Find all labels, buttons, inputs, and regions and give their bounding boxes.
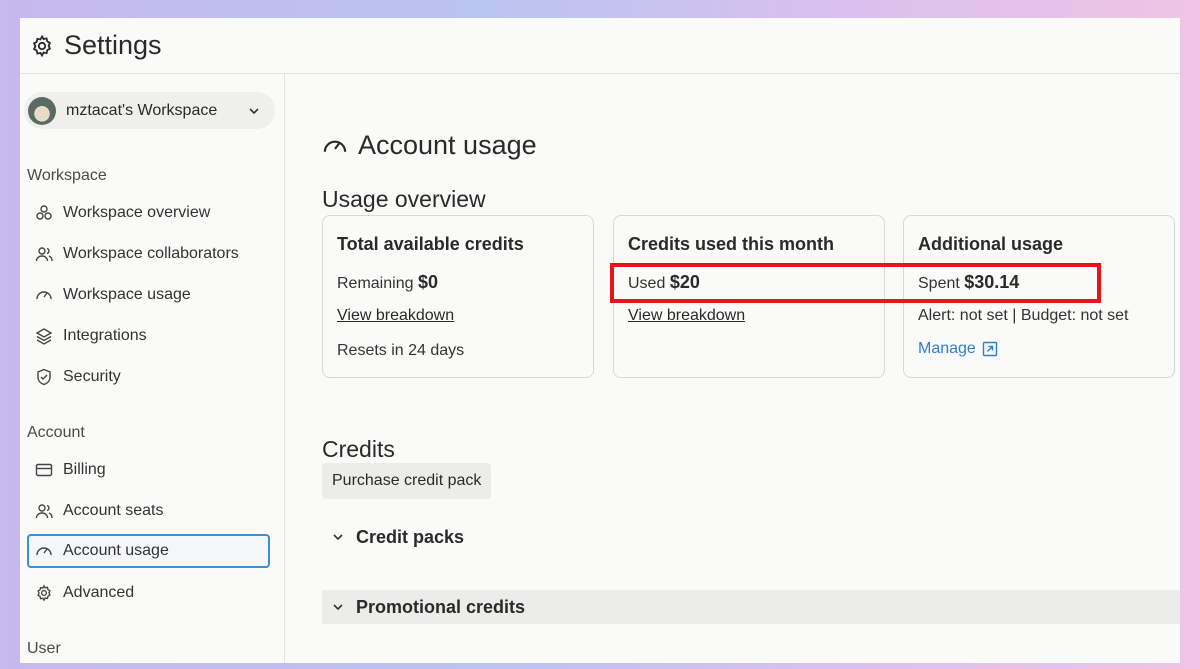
users-icon (35, 245, 53, 263)
chevron-down-icon (332, 531, 344, 543)
gauge-icon (35, 542, 53, 560)
sidebar-item-workspace-usage[interactable]: Workspace usage (27, 278, 270, 312)
credit-packs-toggle[interactable]: Credit packs (322, 520, 464, 554)
sidebar-item-security[interactable]: Security (27, 360, 270, 394)
card-total-available-credits: Total available credits Remaining $0 Vie… (322, 215, 594, 378)
credits-heading: Credits (322, 436, 395, 462)
sidebar-item-label: Security (63, 368, 121, 385)
sidebar-item-label: Workspace usage (63, 286, 191, 303)
sidebar-item-integrations[interactable]: Integrations (27, 319, 270, 353)
sidebar-item-label: Account usage (63, 542, 169, 559)
workspace-selector[interactable]: mztacat's Workspace (24, 92, 275, 129)
layers-icon (35, 327, 53, 345)
spent-line: Spent $30.14 (918, 272, 1019, 293)
page-header-title: Settings (64, 30, 162, 60)
sidebar-item-workspace-overview[interactable]: Workspace overview (27, 196, 270, 230)
overview-icon (35, 204, 53, 222)
chevron-down-icon (332, 601, 344, 613)
gear-icon (30, 34, 54, 58)
workspace-name: mztacat's Workspace (66, 101, 218, 119)
sidebar-item-billing[interactable]: Billing (27, 453, 270, 487)
sidebar: mztacat's Workspace Workspace Workspace … (20, 74, 285, 663)
card-title: Credits used this month (628, 234, 835, 254)
page-title: Account usage (322, 130, 537, 161)
alert-budget-text: Alert: not set | Budget: not set (918, 307, 1129, 324)
section-label-workspace: Workspace (27, 167, 107, 184)
sidebar-item-label: Workspace collaborators (63, 245, 239, 262)
spent-label: Spent (918, 275, 960, 292)
gauge-icon (322, 133, 348, 159)
used-label: Used (628, 275, 666, 292)
manage-link[interactable]: Manage (918, 340, 998, 358)
settings-window: Settings mztacat's Workspace Workspace W… (20, 18, 1180, 663)
card-title: Total available credits (337, 234, 524, 254)
card-credits-used-this-month: Credits used this month Used $20 View br… (613, 215, 885, 378)
gear-icon (35, 584, 53, 602)
used-value: $20 (669, 272, 700, 292)
remaining-value: $0 (417, 272, 438, 292)
sidebar-item-label: Advanced (63, 584, 135, 601)
sidebar-item-account-seats[interactable]: Account seats (27, 494, 270, 528)
card-additional-usage: Additional usage Spent $30.14 Alert: not… (903, 215, 1175, 378)
avatar (28, 96, 56, 125)
sidebar-item-advanced[interactable]: Advanced (27, 576, 270, 610)
manage-label: Manage (918, 340, 976, 357)
promotional-credits-label: Promotional credits (356, 596, 526, 617)
section-label-user: User (27, 640, 61, 657)
sidebar-item-workspace-collaborators[interactable]: Workspace collaborators (27, 237, 270, 271)
gauge-icon (35, 286, 53, 304)
page-title-text: Account usage (358, 130, 537, 160)
users-icon (35, 502, 53, 520)
sidebar-item-label: Integrations (63, 327, 147, 344)
settings-header: Settings (20, 18, 1180, 74)
card-icon (35, 461, 53, 479)
shield-icon (35, 368, 53, 386)
used-line: Used $20 (628, 272, 700, 293)
sidebar-item-label: Workspace overview (63, 204, 211, 221)
sidebar-item-label: Billing (63, 461, 106, 478)
section-label-account: Account (27, 424, 85, 441)
main-content: Account usage Usage overview Total avail… (286, 74, 1180, 663)
resets-text: Resets in 24 days (337, 342, 465, 359)
credit-packs-label: Credit packs (356, 526, 465, 547)
view-breakdown-link[interactable]: View breakdown (337, 307, 454, 325)
sidebar-item-label: Account seats (63, 502, 164, 519)
sidebar-item-account-usage[interactable]: Account usage (27, 534, 270, 568)
promotional-credits-toggle[interactable]: Promotional credits (322, 590, 1180, 624)
remaining-label: Remaining (337, 275, 414, 292)
remaining-line: Remaining $0 (337, 272, 438, 293)
chevron-down-icon (247, 104, 261, 118)
purchase-credit-pack-button[interactable]: Purchase credit pack (322, 463, 492, 499)
card-title: Additional usage (918, 234, 1064, 254)
external-link-icon (982, 341, 998, 357)
view-breakdown-link[interactable]: View breakdown (628, 307, 745, 325)
usage-overview-heading: Usage overview (322, 186, 486, 212)
spent-value: $30.14 (964, 272, 1020, 292)
